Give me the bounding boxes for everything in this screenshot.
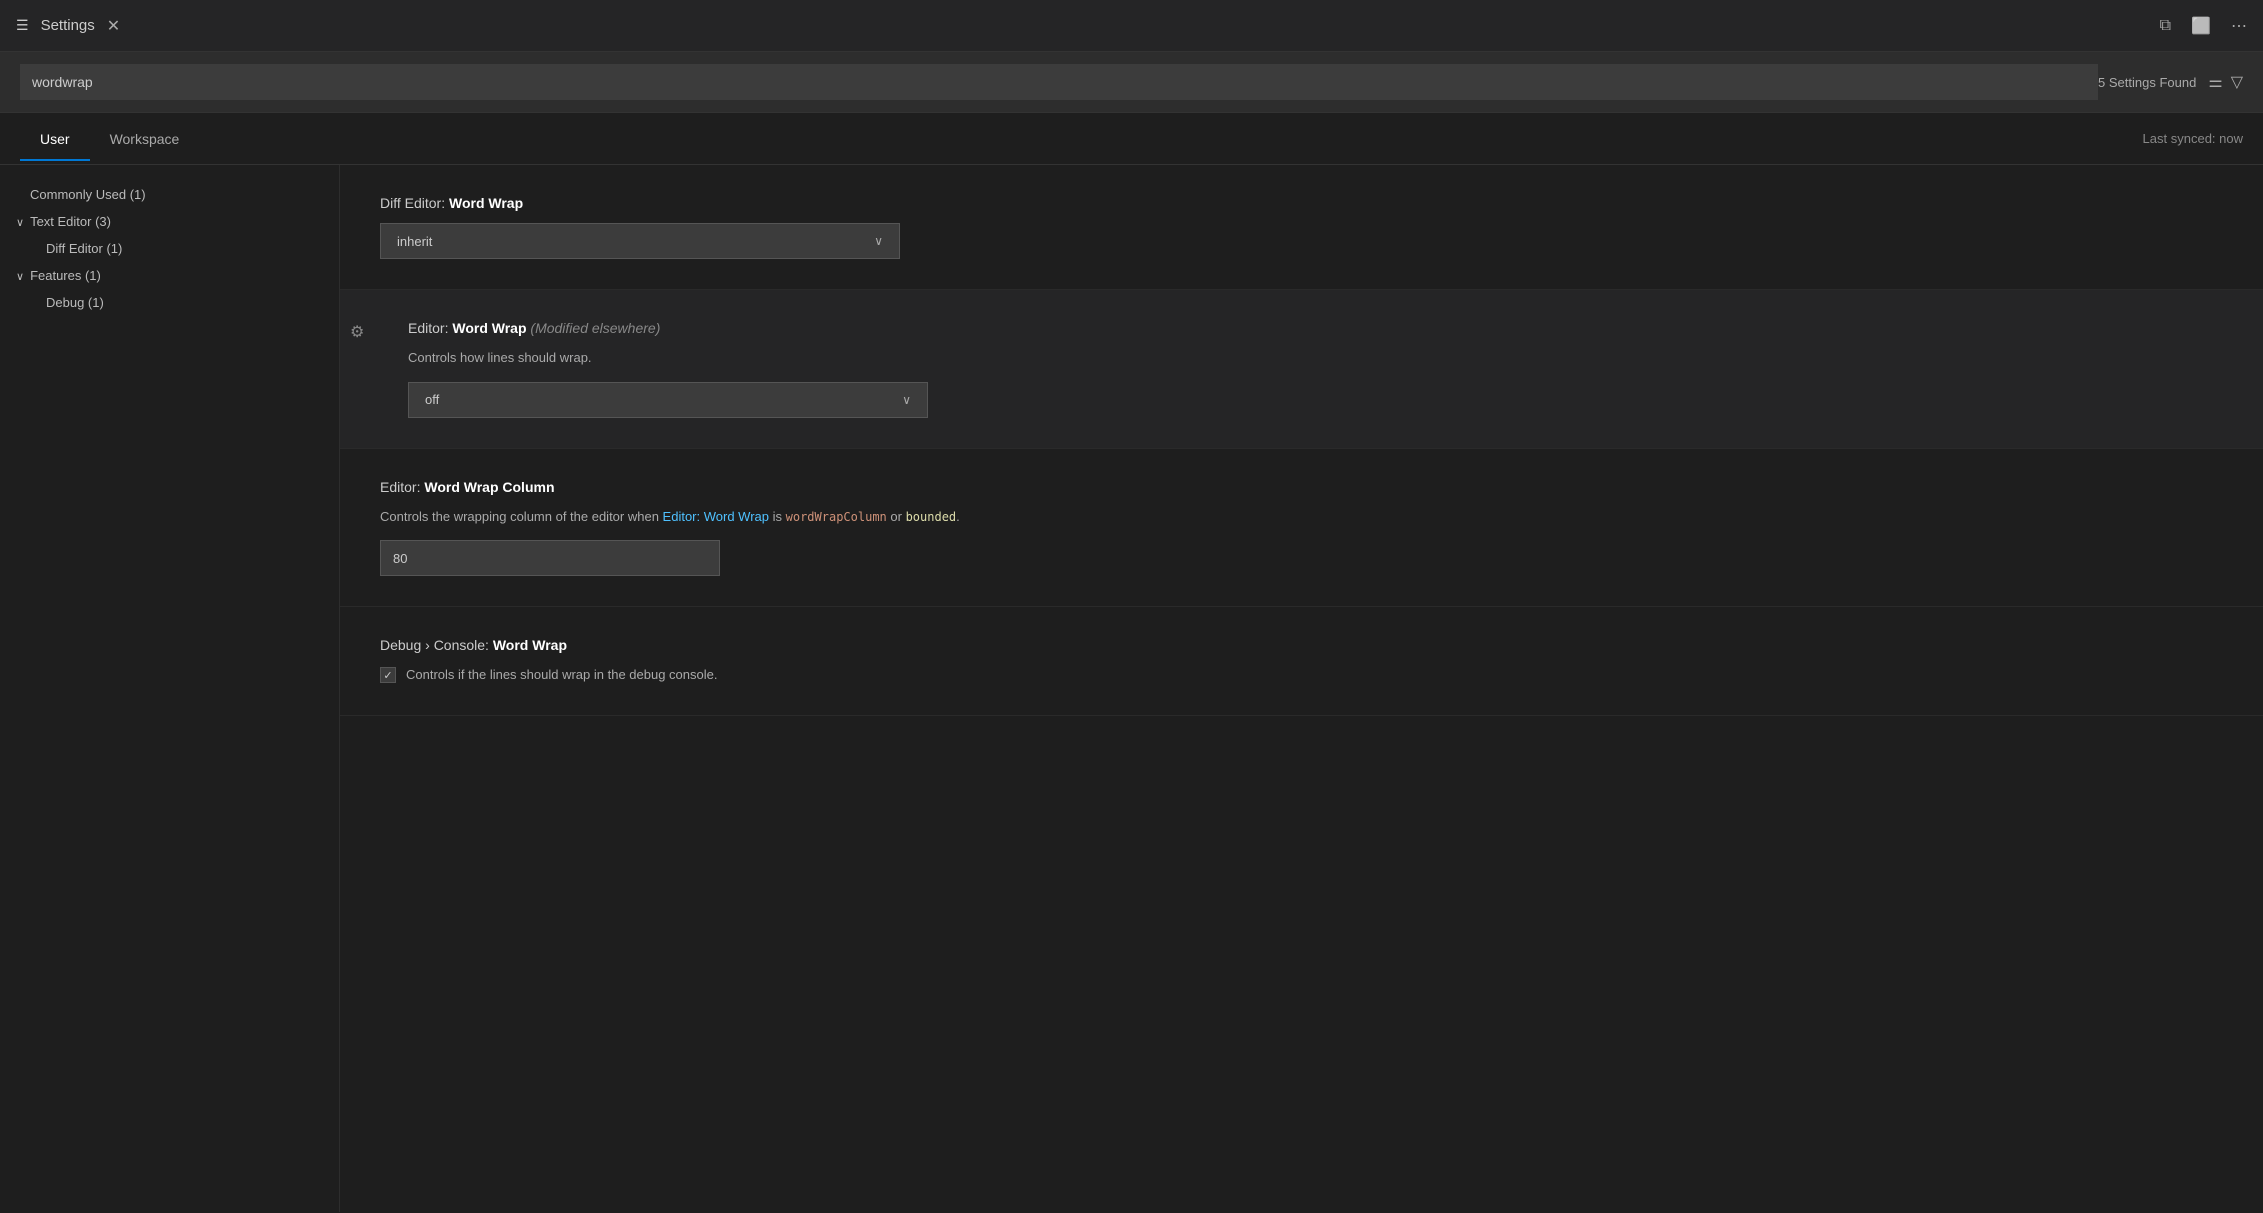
tabs-area: User Workspace Last synced: now [0, 113, 2263, 165]
titlebar-actions: ⧉ ⬜ ⋯ [2160, 16, 2247, 36]
setting-editor-word-wrap-column: Editor: Word Wrap Column Controls the wr… [340, 449, 2263, 608]
split-editor-icon[interactable]: ⧉ [2160, 17, 2171, 35]
funnel-icon[interactable]: ▽ [2231, 72, 2243, 92]
gear-icon[interactable]: ⚙ [350, 322, 364, 342]
word-wrap-column-input[interactable] [380, 540, 720, 576]
desc-text-1: Controls the wrapping column of the edit… [380, 509, 663, 524]
main-layout: Commonly Used (1) ∨ Text Editor (3) Diff … [0, 165, 2263, 1212]
filter-lines-icon[interactable]: ⚌ [2208, 72, 2222, 92]
setting-title-modifier: (Modified elsewhere) [530, 320, 660, 336]
close-button[interactable]: ✕ [107, 16, 120, 36]
setting-description: Controls how lines should wrap. [380, 348, 2223, 368]
sidebar-item-label: Commonly Used (1) [30, 187, 146, 202]
menu-icon[interactable]: ☰ [16, 17, 29, 34]
setting-title-bold: Word Wrap Column [424, 479, 554, 495]
more-actions-icon[interactable]: ⋯ [2231, 16, 2247, 36]
desc-text-4: . [956, 509, 960, 524]
setting-title-bold: Word Wrap [493, 637, 567, 653]
tabs: User Workspace [20, 117, 199, 161]
chevron-down-icon: ∨ [874, 234, 883, 248]
search-right: 5 Settings Found ⚌ ▽ [2098, 72, 2243, 92]
checkbox-row: ✓ Controls if the lines should wrap in t… [380, 665, 2223, 685]
setting-diff-editor-word-wrap: Diff Editor: Word Wrap inherit ∨ [340, 165, 2263, 290]
window-title: Settings [41, 17, 95, 34]
layout-icon[interactable]: ⬜ [2191, 16, 2211, 36]
editor-word-wrap-dropdown[interactable]: off ∨ [408, 382, 928, 418]
search-input[interactable] [20, 64, 2098, 100]
chevron-down-icon: ∨ [902, 393, 911, 407]
dropdown-value: off [425, 392, 439, 407]
sidebar-item-features[interactable]: ∨ Features (1) [0, 262, 339, 289]
settings-content: Diff Editor: Word Wrap inherit ∨ ⚙ Edito… [340, 165, 2263, 1212]
setting-title-bold: Word Wrap [449, 195, 523, 211]
sidebar: Commonly Used (1) ∨ Text Editor (3) Diff … [0, 165, 340, 1212]
sidebar-item-label: Diff Editor (1) [46, 241, 122, 256]
sidebar-item-label: Features (1) [30, 268, 101, 283]
checkmark-icon: ✓ [383, 669, 392, 682]
sidebar-item-label: Text Editor (3) [30, 214, 111, 229]
setting-description: Controls the wrapping column of the edit… [380, 507, 2223, 527]
editor-word-wrap-link[interactable]: Editor: Word Wrap [663, 509, 769, 524]
setting-title: Editor: Word Wrap Column [380, 479, 2223, 495]
desc-text-3: or [887, 509, 906, 524]
debug-word-wrap-checkbox[interactable]: ✓ [380, 667, 396, 683]
setting-debug-console-word-wrap: Debug › Console: Word Wrap ✓ Controls if… [340, 607, 2263, 716]
tab-workspace[interactable]: Workspace [90, 117, 200, 161]
sidebar-item-diff-editor[interactable]: Diff Editor (1) [0, 235, 339, 262]
sidebar-item-commonly-used[interactable]: Commonly Used (1) [0, 181, 339, 208]
tab-user[interactable]: User [20, 117, 90, 161]
setting-title: Editor: Word Wrap (Modified elsewhere) [380, 320, 2223, 336]
dropdown-value: inherit [397, 234, 432, 249]
sidebar-item-text-editor[interactable]: ∨ Text Editor (3) [0, 208, 339, 235]
chevron-down-icon: ∨ [16, 271, 24, 283]
search-bar: 5 Settings Found ⚌ ▽ [0, 52, 2263, 113]
setting-editor-word-wrap: ⚙ Editor: Word Wrap (Modified elsewhere)… [340, 290, 2263, 449]
last-synced: Last synced: now [2143, 131, 2243, 146]
search-icons: ⚌ ▽ [2208, 72, 2243, 92]
setting-title: Debug › Console: Word Wrap [380, 637, 2223, 653]
setting-title: Diff Editor: Word Wrap [380, 195, 2223, 211]
chevron-down-icon: ∨ [16, 217, 24, 229]
checkbox-label: Controls if the lines should wrap in the… [406, 665, 717, 685]
code-bounded: bounded [906, 510, 957, 524]
desc-text-2: is [769, 509, 786, 524]
sidebar-item-debug[interactable]: Debug (1) [0, 289, 339, 316]
diff-editor-word-wrap-dropdown[interactable]: inherit ∨ [380, 223, 900, 259]
setting-title-prefix: Editor: [408, 320, 452, 336]
code-wordwrapcolumn: wordWrapColumn [786, 510, 887, 524]
setting-title-prefix: Debug › Console: [380, 637, 493, 653]
setting-title-prefix: Editor: [380, 479, 424, 495]
titlebar-left: ☰ Settings ✕ [16, 16, 120, 36]
setting-title-prefix: Diff Editor: [380, 195, 449, 211]
setting-title-bold: Word Wrap [452, 320, 526, 336]
search-count: 5 Settings Found [2098, 75, 2196, 90]
titlebar: ☰ Settings ✕ ⧉ ⬜ ⋯ [0, 0, 2263, 52]
sidebar-item-label: Debug (1) [46, 295, 104, 310]
